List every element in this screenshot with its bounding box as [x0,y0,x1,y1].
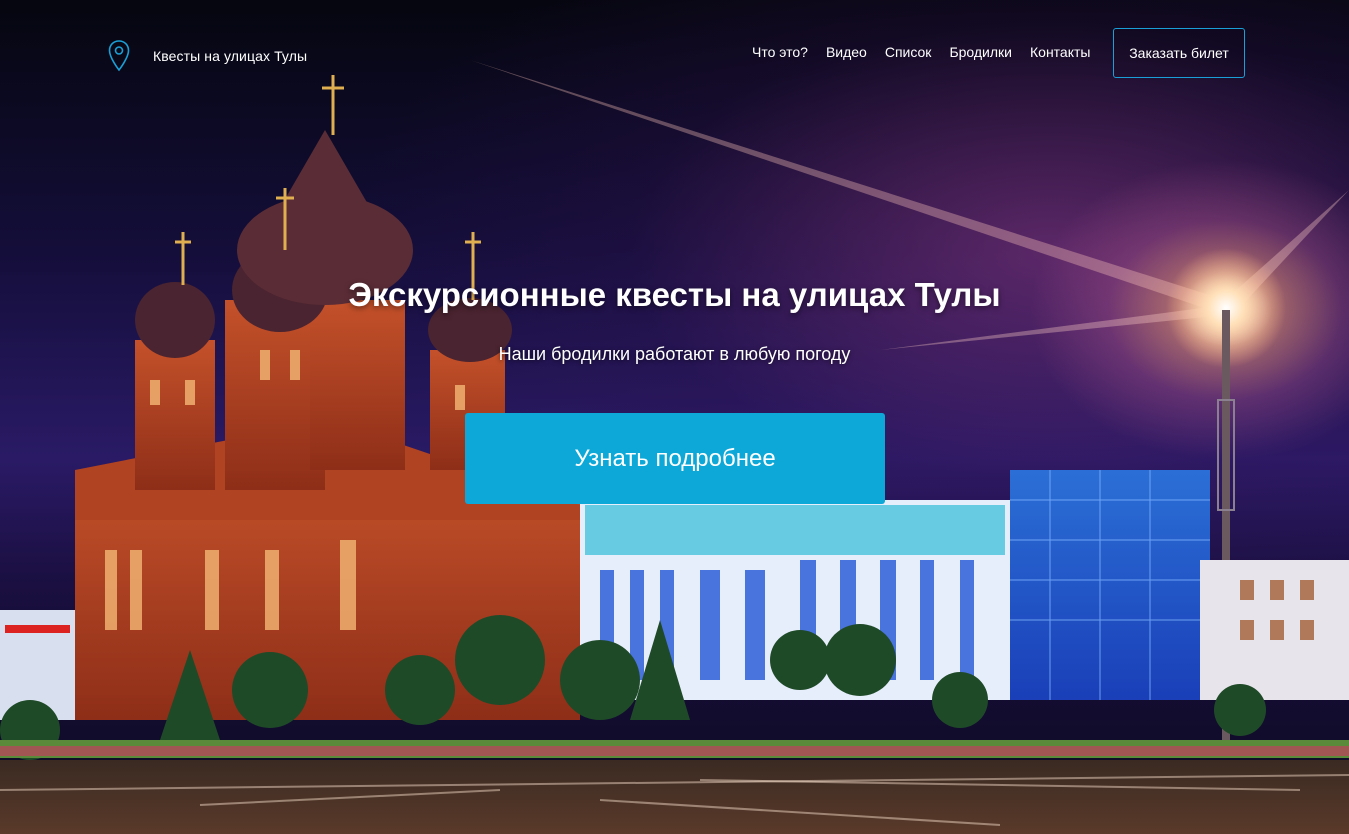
nav-item-video[interactable]: Видео [826,44,867,60]
nav-item-contacts[interactable]: Контакты [1030,44,1090,60]
nav-item-what-is-it[interactable]: Что это? [752,44,808,60]
brand-title: Квесты на улицах Тулы [153,48,308,64]
hero-section: Квесты на улицах Тулы Что это? Видео Спи… [0,0,1349,834]
order-ticket-button[interactable]: Заказать билет [1113,28,1245,78]
brand[interactable]: Квесты на улицах Тулы [108,40,307,72]
top-navigation: Квесты на улицах Тулы Что это? Видео Спи… [0,0,1349,110]
map-pin-icon [108,40,130,72]
nav-item-list[interactable]: Список [885,44,932,60]
hero-title: Экскурсионные квесты на улицах Тулы [348,276,1001,313]
nav-item-walks[interactable]: Бродилки [949,44,1012,60]
nav-menu: Что это? Видео Список Бродилки Контакты [752,44,1108,60]
learn-more-button[interactable]: Узнать подробнее [465,413,885,504]
hero-subtitle: Наши бродилки работают в любую погоду [498,344,851,364]
